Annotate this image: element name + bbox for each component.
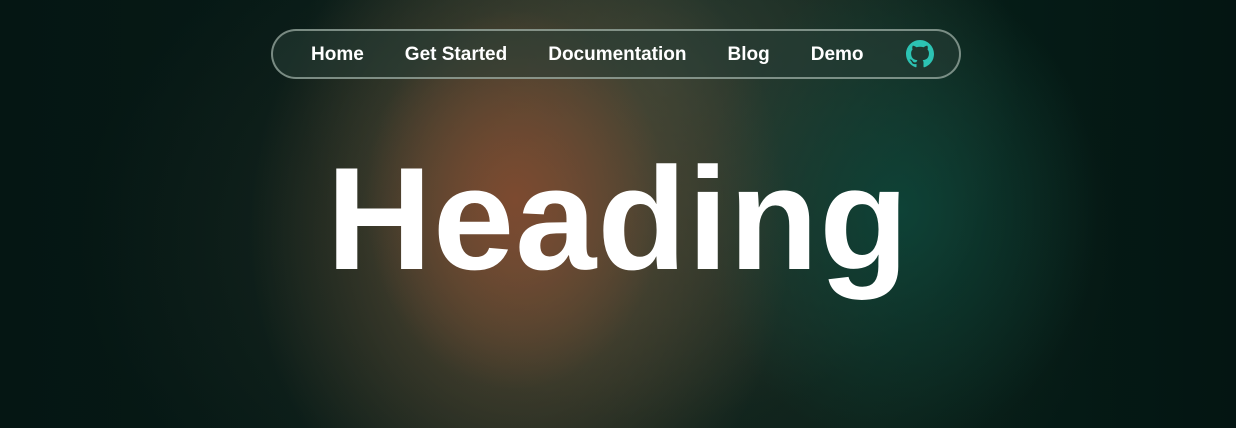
github-icon[interactable] [905,40,934,68]
nav-link-documentation[interactable]: Documentation [548,45,686,64]
nav-link-home[interactable]: Home [311,45,364,64]
hero-heading: Heading [326,137,910,300]
top-nav-bar: Home Get Started Documentation Blog Demo [271,29,961,79]
nav-link-get-started[interactable]: Get Started [405,45,507,64]
nav-link-demo[interactable]: Demo [811,45,864,64]
nav-link-blog[interactable]: Blog [728,45,770,64]
